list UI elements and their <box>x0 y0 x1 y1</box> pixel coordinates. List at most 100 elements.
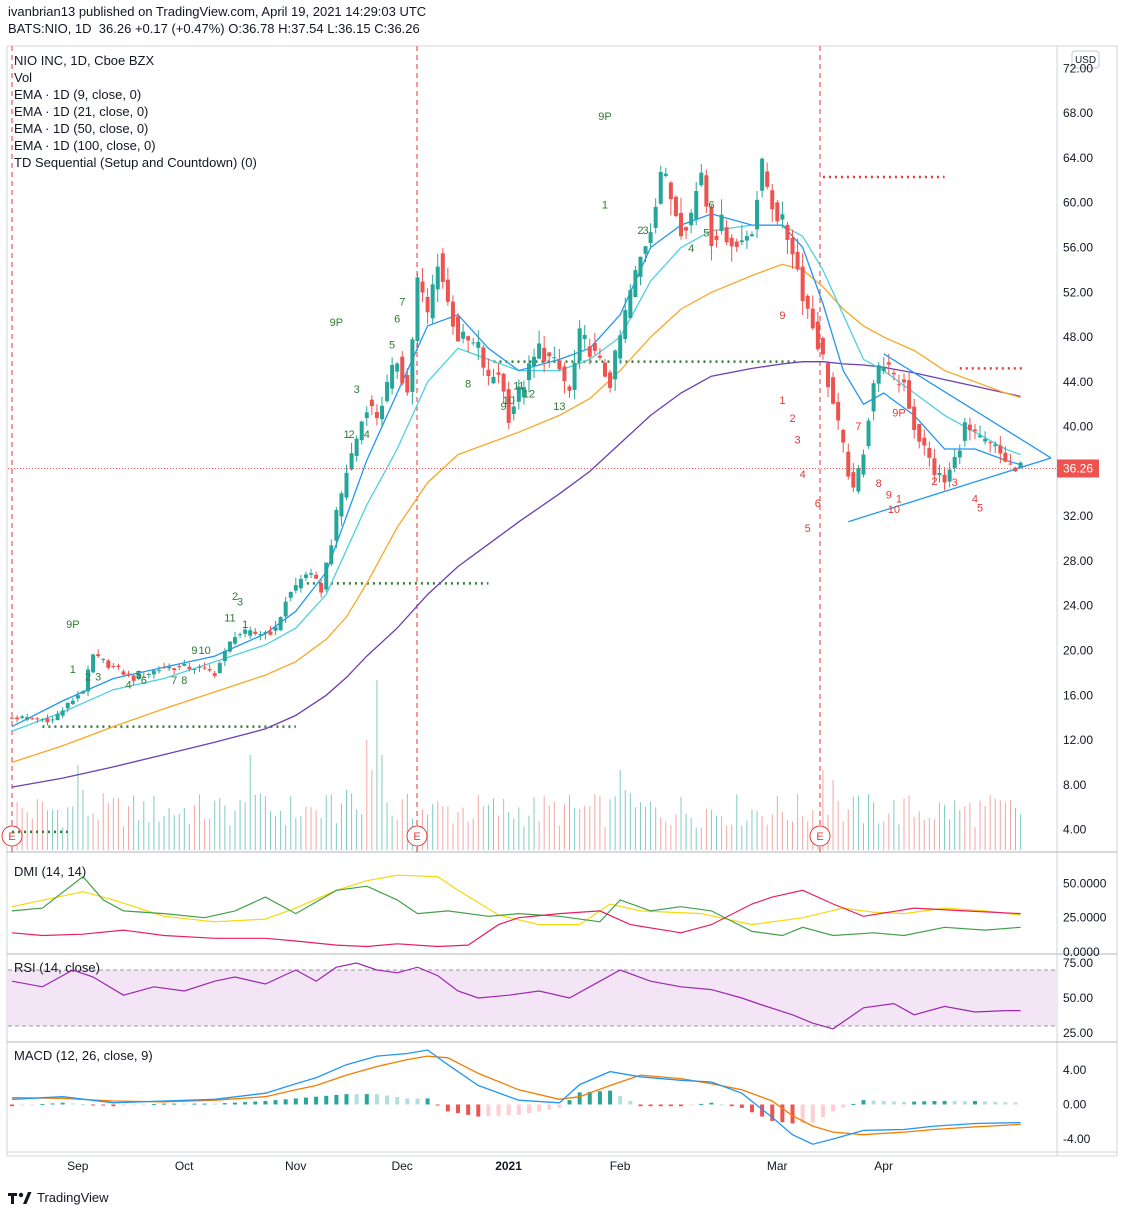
candle-body <box>25 717 30 720</box>
candle-body <box>430 284 435 319</box>
candle-body <box>496 372 501 375</box>
macd-histogram-bar <box>162 1103 167 1105</box>
macd-histogram-bar <box>557 1104 562 1108</box>
candle-body <box>329 545 334 565</box>
chart-canvas[interactable]: Sep Oct Nov Dec 2021 Feb Mar AprUSD72.0068.0064… <box>0 0 1124 1218</box>
macd-histogram-bar <box>547 1104 552 1110</box>
price-tick: 20.00 <box>1063 644 1093 658</box>
candle-body <box>80 691 85 694</box>
candle-body <box>212 673 217 676</box>
macd-histogram-bar <box>861 1100 866 1105</box>
candle-body <box>420 281 425 293</box>
macd-histogram-bar <box>303 1097 308 1105</box>
candle-body <box>800 266 805 302</box>
macd-histogram-bar <box>10 1104 14 1107</box>
macd-tick: 0.00 <box>1063 1097 1087 1111</box>
candle-body <box>35 718 40 720</box>
candle-body <box>369 399 374 407</box>
ema-lines <box>11 213 1021 788</box>
candle-body <box>390 365 395 389</box>
legend-item: EMA · 1D (50, close, 0) <box>14 121 148 136</box>
macd-histogram-bar <box>273 1100 278 1105</box>
time-axis-label: Sep <box>67 1159 89 1173</box>
macd-histogram-bar <box>597 1091 602 1105</box>
td-levels <box>12 175 1026 834</box>
rsi-band <box>8 970 1057 1026</box>
candle-body <box>856 468 861 492</box>
macd-histogram-bar <box>192 1103 197 1105</box>
candle-body <box>724 227 729 243</box>
candle-body <box>283 601 288 617</box>
macd-histogram-bar <box>729 1104 734 1107</box>
td-label: 7 <box>171 675 177 687</box>
candle-body <box>582 334 587 340</box>
candle-body <box>988 442 993 444</box>
candle-body <box>425 296 430 313</box>
candle-body <box>699 172 704 186</box>
td-label: 3 <box>795 434 801 446</box>
td-label: 10 <box>198 645 210 657</box>
macd-histogram-bar <box>689 1104 694 1106</box>
macd-histogram-bar <box>314 1096 319 1105</box>
macd-histogram-bar <box>993 1101 998 1105</box>
macd-histogram-bar <box>466 1104 471 1115</box>
td-label: 9P <box>66 619 79 631</box>
candle-body <box>689 212 694 226</box>
macd-histogram-bar <box>486 1104 491 1117</box>
candle-body <box>552 357 557 359</box>
macd-histogram-bar <box>101 1104 106 1106</box>
candle-body <box>623 310 628 340</box>
dmi-title: DMI (14, 14) <box>14 864 86 879</box>
candle-body <box>962 422 967 441</box>
macd-tick: 4.00 <box>1063 1063 1087 1077</box>
candle-body <box>881 366 886 371</box>
candle-body <box>238 634 243 636</box>
td-label: 3 <box>354 384 360 396</box>
price-tick: 64.00 <box>1063 151 1093 165</box>
candle-body <box>15 717 20 720</box>
candle-body <box>749 234 754 237</box>
macd-histogram-bar <box>952 1101 957 1105</box>
candle-body <box>385 381 390 402</box>
candle-body <box>187 666 192 670</box>
candle-body <box>785 224 790 240</box>
candle-body <box>542 347 547 362</box>
macd-histogram-bar <box>30 1104 35 1106</box>
candle-body <box>268 631 273 635</box>
candle-body <box>602 362 607 377</box>
macd-histogram-bar <box>1003 1102 1008 1105</box>
candle-body <box>45 718 50 723</box>
rsi-tick: 50.00 <box>1063 991 1093 1005</box>
macd-signal-line <box>11 1055 1021 1136</box>
time-axis-label: Apr <box>874 1159 893 1173</box>
candle-body <box>567 386 572 391</box>
candle-body <box>658 172 663 204</box>
candle-body <box>917 424 922 442</box>
candle-body <box>197 666 202 668</box>
macd-histogram-bar <box>20 1104 25 1106</box>
macd-histogram-bar <box>577 1092 582 1105</box>
time-axis-label: Nov <box>285 1159 306 1173</box>
macd-histogram-bar <box>456 1104 461 1114</box>
price-tick: 48.00 <box>1063 330 1093 344</box>
candle-body <box>562 366 567 382</box>
price-tick: 40.00 <box>1063 420 1093 434</box>
candle-body <box>349 453 354 470</box>
price-tick: 56.00 <box>1063 241 1093 255</box>
macd-histogram-bar <box>395 1096 400 1105</box>
candle-body <box>501 373 506 392</box>
macd-histogram-bar <box>202 1103 207 1105</box>
last-price-label: 36.26 <box>1063 461 1093 475</box>
candle-body <box>998 445 1003 454</box>
candle-body <box>466 336 471 341</box>
rsi-pane: RSI (14, close) 75.00 50.00 25.00 <box>8 956 1093 1040</box>
td-label: 9P <box>330 317 343 329</box>
macd-histogram-bar <box>679 1104 684 1107</box>
macd-histogram-bar <box>912 1101 917 1105</box>
candles <box>10 157 1023 726</box>
candle-body <box>121 671 126 675</box>
candle-body <box>106 660 111 668</box>
candle-body <box>339 493 344 517</box>
brand-label: TradingView <box>37 1190 109 1205</box>
candle-body <box>395 363 400 372</box>
